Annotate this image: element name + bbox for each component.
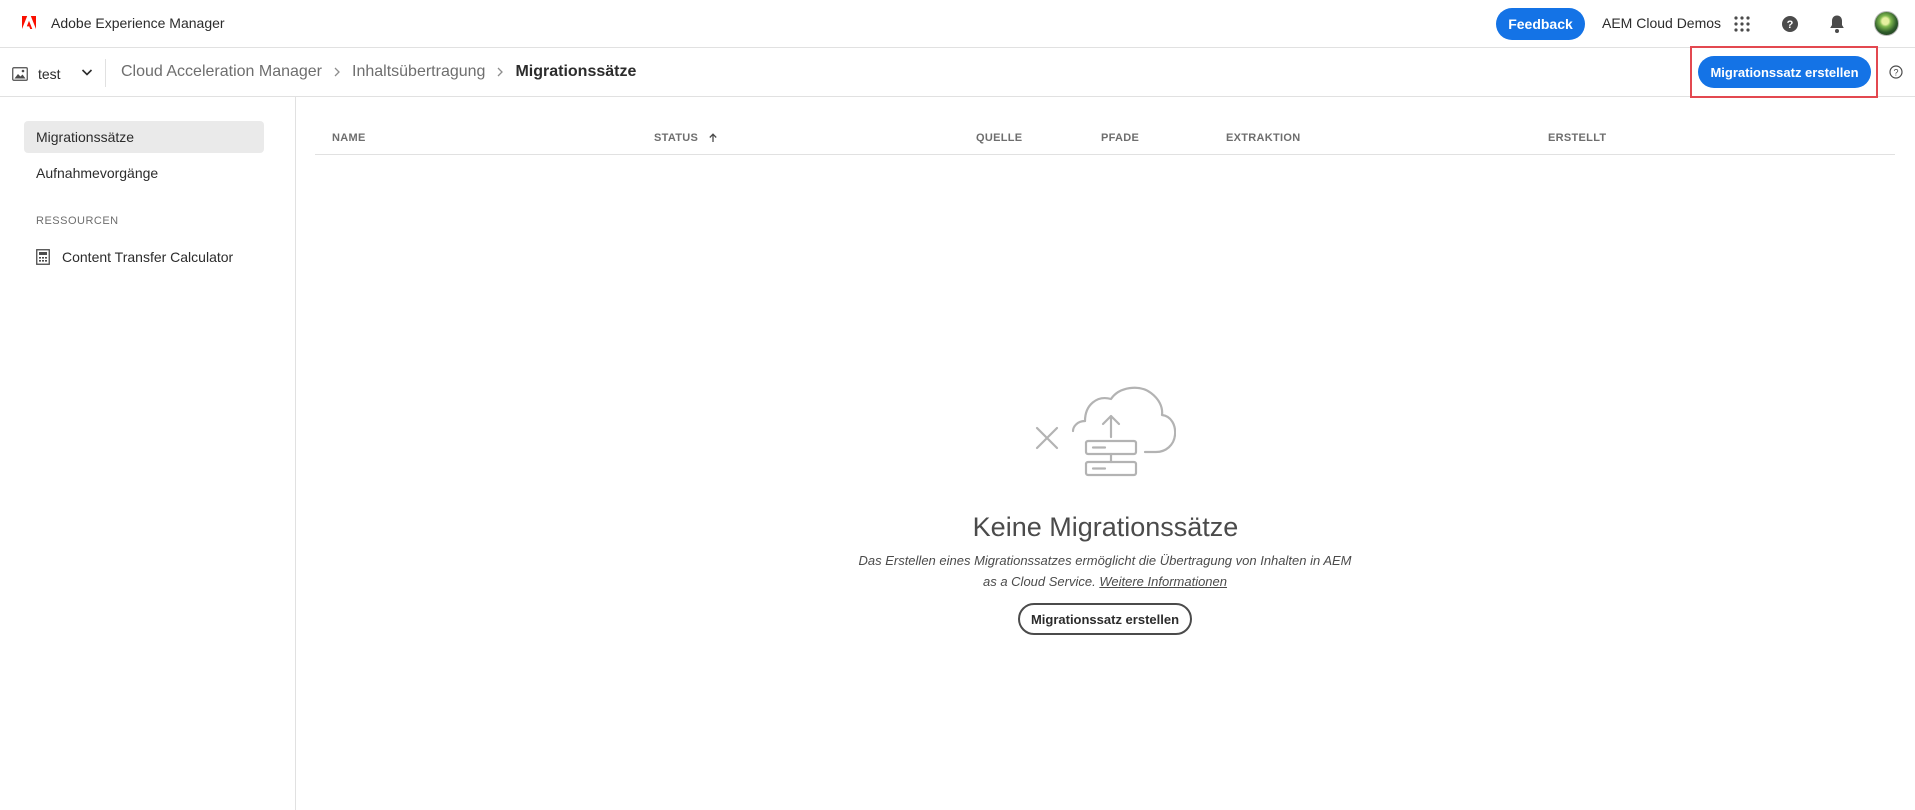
help-icon[interactable]: ? [1781, 15, 1799, 33]
empty-state-title: Keine Migrationssätze [972, 512, 1239, 542]
sort-ascending-icon [709, 133, 717, 142]
breadcrumb-item-cloud-acceleration-manager[interactable]: Cloud Acceleration Manager [121, 63, 322, 81]
create-migration-set-empty-button[interactable]: Migrationssatz erstellen [1018, 603, 1192, 635]
sidebar-item-label: Content Transfer Calculator [62, 249, 234, 265]
breadcrumb-item-inhaltsuebertragung[interactable]: Inhaltsübertragung [352, 63, 485, 81]
column-header-created[interactable]: ERSTELLT [1548, 132, 1606, 144]
chevron-right-icon [334, 67, 340, 77]
sidebar-section-resources: RESSOURCEN [36, 215, 119, 227]
cloud-upload-illustration-icon [1035, 386, 1176, 477]
calculator-icon [36, 249, 50, 265]
app-title[interactable]: Adobe Experience Manager [51, 15, 225, 31]
org-switcher[interactable]: AEM Cloud Demos [1602, 15, 1721, 31]
chevron-down-icon[interactable] [81, 66, 93, 78]
apps-grid-icon[interactable] [1733, 15, 1751, 33]
column-header-extraction[interactable]: EXTRAKTION [1226, 132, 1301, 144]
table-header: NAME STATUS QUELLE PFADE EXTRAKTION ERST… [315, 123, 1895, 155]
chevron-right-icon [497, 67, 504, 77]
environment-name: test [38, 66, 61, 82]
notifications-bell-icon[interactable] [1828, 14, 1846, 34]
feedback-button[interactable]: Feedback [1496, 8, 1585, 40]
divider [105, 59, 106, 87]
action-bar: test Cloud Acceleration Manager Inhaltsü… [0, 49, 1915, 97]
sidebar-item-label: Migrationssätze [36, 129, 135, 145]
learn-more-link[interactable]: Weitere Informationen [1099, 574, 1227, 589]
create-migration-set-button[interactable]: Migrationssatz erstellen [1698, 56, 1871, 88]
empty-state-description: Das Erstellen eines Migrationssatzes erm… [858, 553, 1352, 589]
sidebar-item-content-transfer-calculator[interactable]: Content Transfer Calculator [24, 241, 264, 273]
shell-header: Adobe Experience Manager Feedback AEM Cl… [0, 0, 1915, 48]
sidebar: Migrationssätze Aufnahmevorgänge RESSOUR… [0, 97, 296, 810]
breadcrumb: Cloud Acceleration Manager Inhaltsübertr… [121, 63, 636, 81]
image-icon [12, 67, 28, 81]
svg-text:?: ? [1893, 67, 1898, 77]
info-icon[interactable]: ? [1889, 65, 1903, 79]
sidebar-item-migration-sets[interactable]: Migrationssätze [24, 121, 264, 153]
column-header-status[interactable]: STATUS [654, 132, 718, 144]
sidebar-item-ingestions[interactable]: Aufnahmevorgänge [24, 157, 264, 189]
column-header-source[interactable]: QUELLE [976, 132, 1022, 144]
adobe-logo-icon[interactable] [22, 16, 36, 30]
sidebar-item-label: Aufnahmevorgänge [36, 165, 159, 181]
column-header-name[interactable]: NAME [332, 132, 366, 144]
breadcrumb-current: Migrationssätze [515, 63, 637, 80]
svg-text:?: ? [1787, 19, 1794, 31]
user-avatar[interactable] [1874, 11, 1899, 36]
column-header-paths[interactable]: PFADE [1101, 132, 1139, 144]
environment-picker[interactable]: test [12, 62, 61, 86]
